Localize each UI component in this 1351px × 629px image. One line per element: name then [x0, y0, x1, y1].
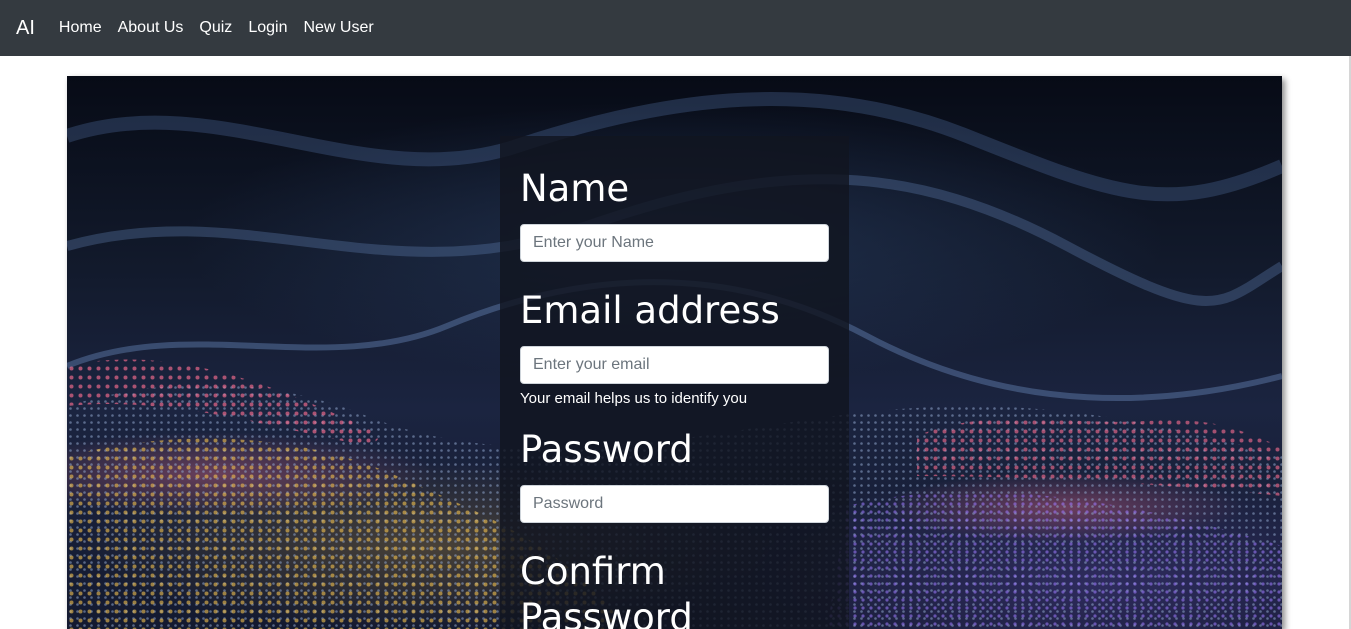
nav-home[interactable]: Home: [59, 19, 102, 37]
registration-form: Name Email address Your email helps us t…: [500, 136, 849, 629]
hero-background: Name Email address Your email helps us t…: [67, 76, 1282, 629]
confirm-password-field-group: Confirm Password: [520, 549, 829, 629]
top-navbar: AI Home About Us Quiz Login New User: [0, 0, 1351, 56]
name-input[interactable]: [520, 224, 829, 262]
nav-about-us[interactable]: About Us: [118, 19, 184, 37]
password-label: Password: [520, 428, 693, 471]
password-input[interactable]: [520, 485, 829, 523]
email-field-group: Email address Your email helps us to ide…: [520, 288, 829, 407]
nav-quiz[interactable]: Quiz: [199, 19, 232, 37]
email-input[interactable]: [520, 346, 829, 384]
password-field-group: Password: [520, 427, 829, 523]
email-label: Email address: [520, 289, 780, 332]
brand-logo[interactable]: AI: [16, 17, 35, 40]
nav-login[interactable]: Login: [248, 19, 287, 37]
nav-new-user[interactable]: New User: [303, 19, 373, 37]
email-help-text: Your email helps us to identify you: [520, 390, 748, 407]
name-label: Name: [520, 167, 630, 210]
name-field-group: Name: [520, 166, 829, 262]
confirm-password-label: Confirm Password: [520, 550, 693, 629]
